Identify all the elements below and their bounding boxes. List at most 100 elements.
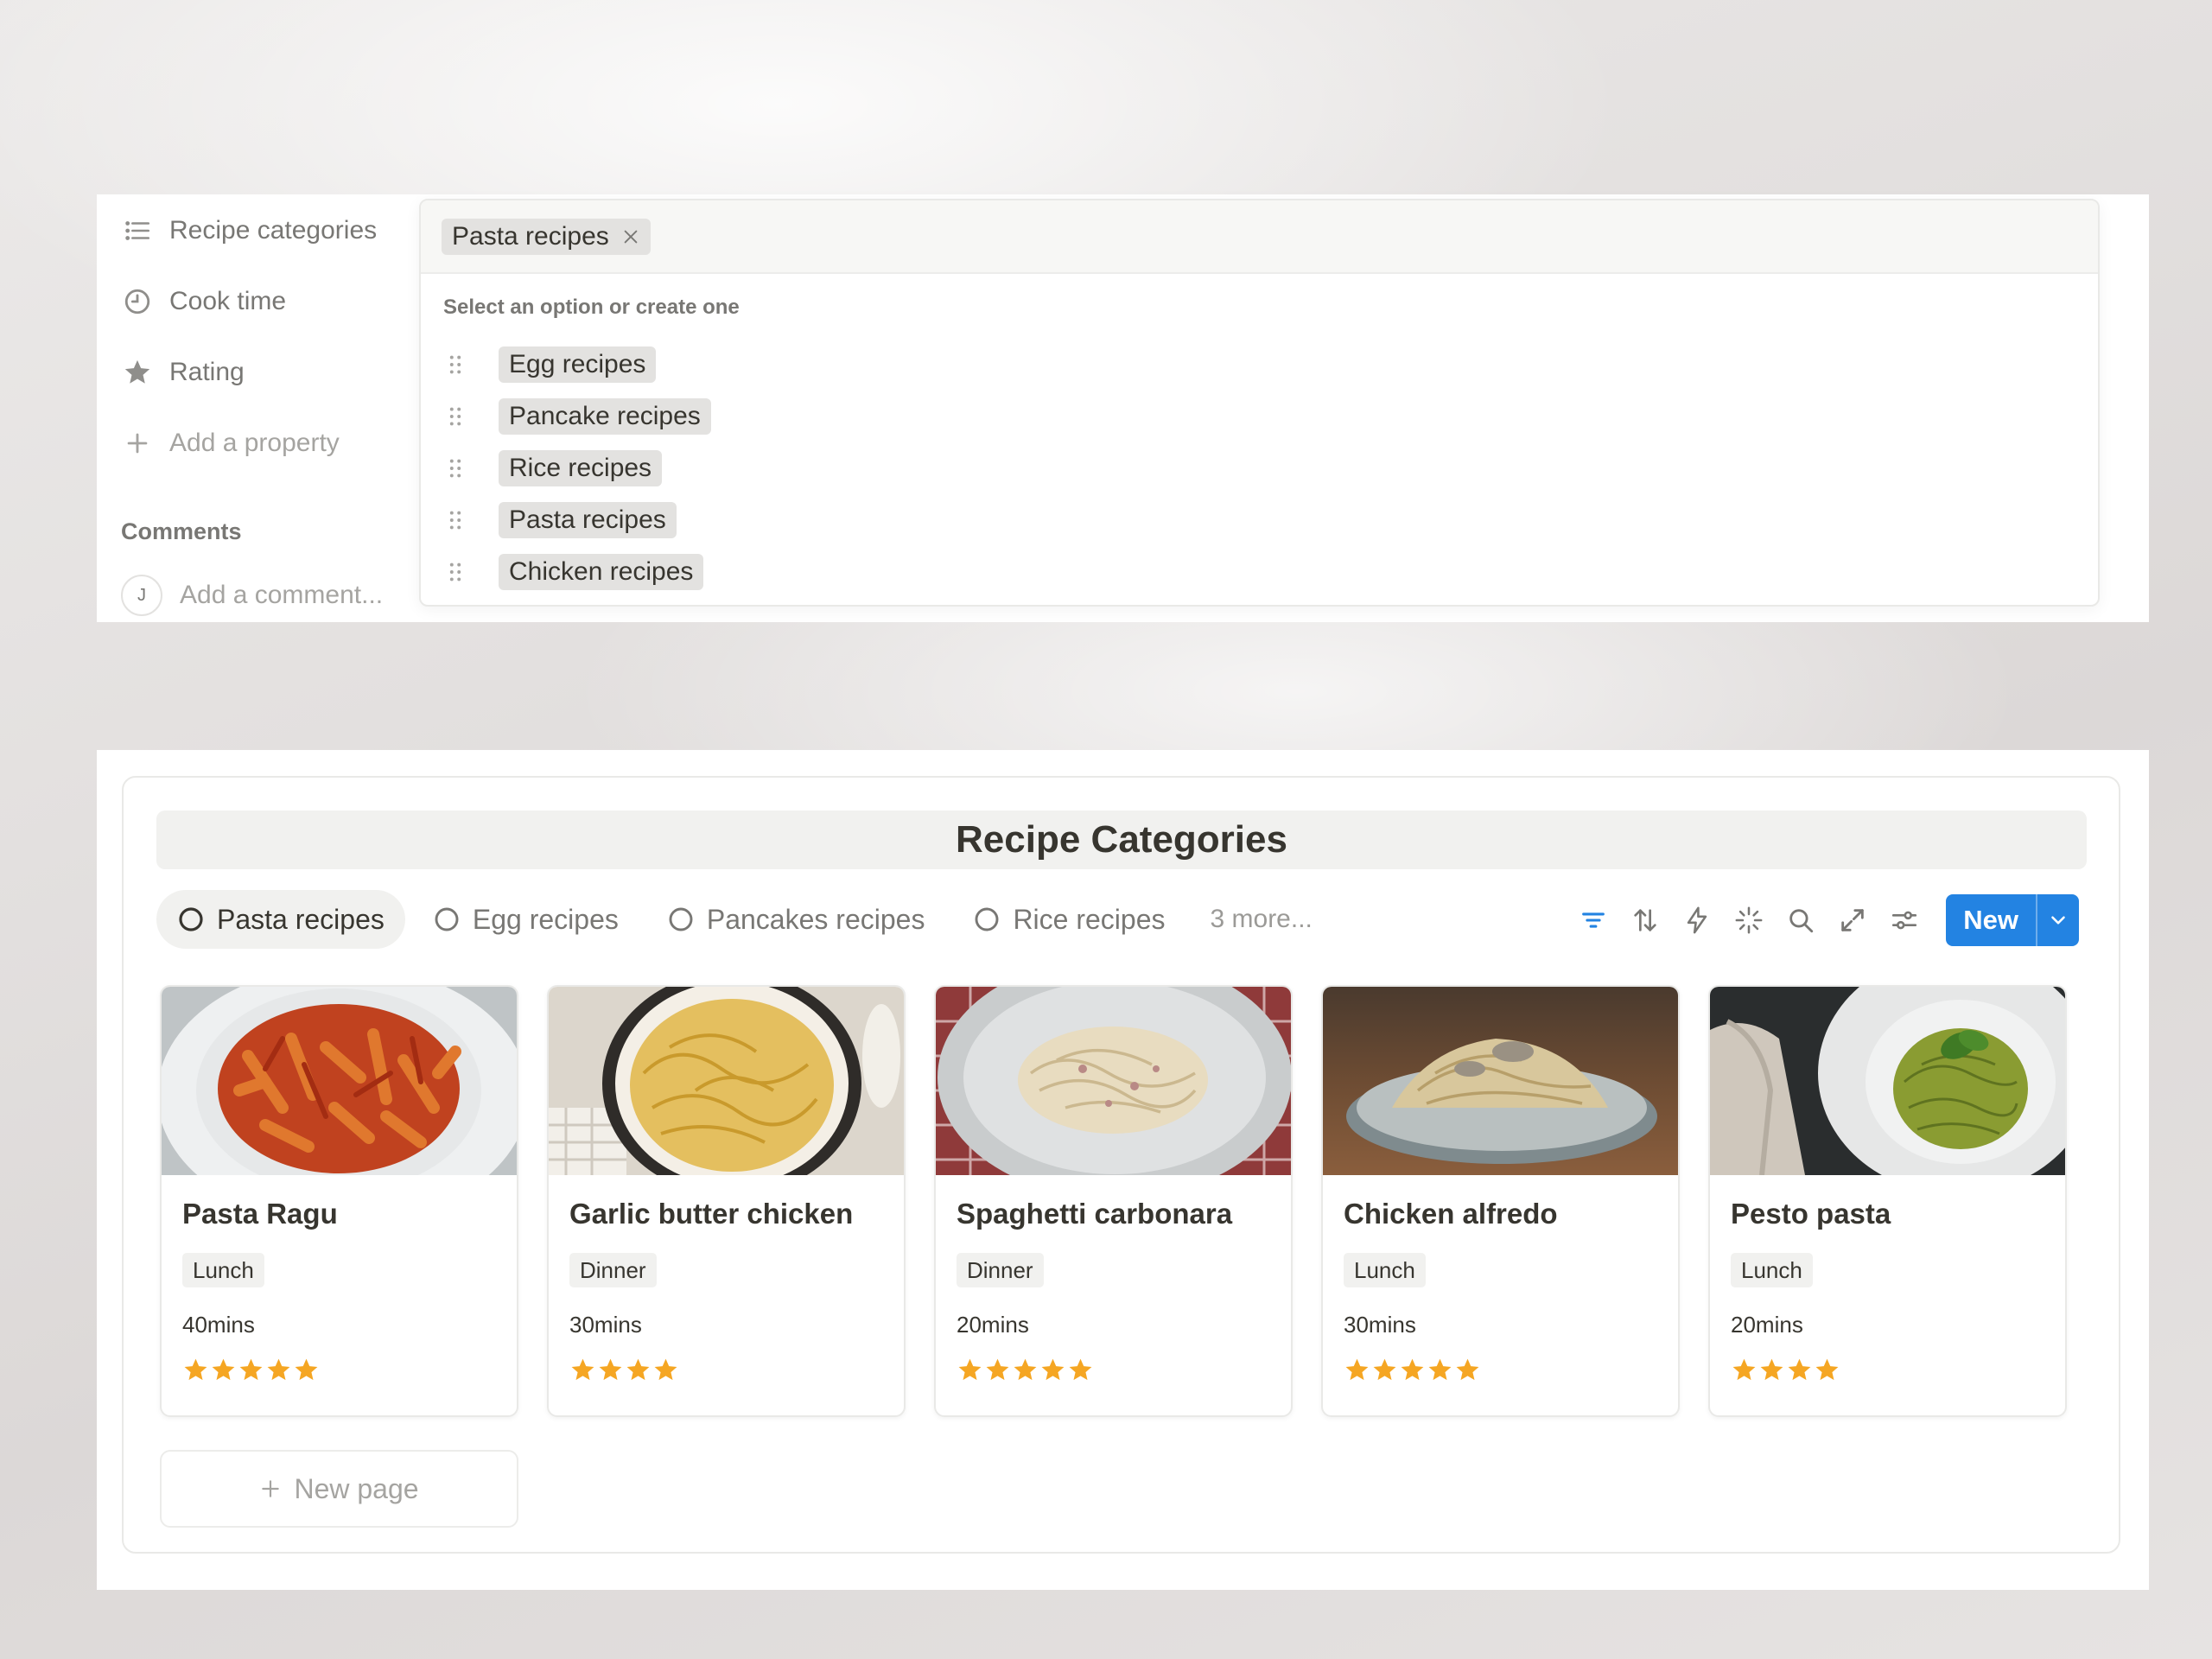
more-views-button[interactable]: 3 more... — [1193, 890, 1330, 949]
option-item[interactable]: Rice recipes — [443, 449, 711, 487]
tab-rice-recipes[interactable]: Rice recipes — [952, 890, 1185, 949]
star-icon — [1815, 1358, 1839, 1381]
star-icon — [1014, 1358, 1037, 1381]
meal-tag: Dinner — [957, 1253, 1044, 1287]
tab-pasta-recipes[interactable]: Pasta recipes — [156, 890, 405, 949]
meal-tag: Lunch — [1731, 1253, 1813, 1287]
circle-icon — [177, 906, 205, 933]
chevron-down-icon[interactable] — [2036, 894, 2079, 946]
option-tag[interactable]: Chicken recipes — [499, 554, 704, 590]
meal-tag: Lunch — [182, 1253, 264, 1287]
selected-options-bar[interactable]: Pasta recipes — [421, 200, 2098, 274]
tab-label: Rice recipes — [1013, 903, 1166, 935]
tab-egg-recipes[interactable]: Egg recipes — [412, 890, 639, 949]
add-property-button[interactable]: Add a property — [121, 426, 406, 461]
property-recipe-categories[interactable]: Recipe categories — [121, 213, 406, 248]
sort-icon[interactable] — [1619, 894, 1671, 946]
gallery-card[interactable]: Garlic butter chicken Dinner 30mins — [547, 985, 906, 1417]
cook-time: 40mins — [182, 1312, 255, 1338]
option-list: Egg recipes Pancake recipes Rice recipes… — [443, 346, 711, 605]
option-tag[interactable]: Rice recipes — [499, 450, 663, 486]
clock-icon — [121, 285, 154, 318]
gallery-card[interactable]: Pesto pasta Lunch 20mins — [1708, 985, 2067, 1417]
cook-time: 30mins — [1344, 1312, 1416, 1338]
rating-stars — [569, 1357, 680, 1383]
option-item[interactable]: Chicken recipes — [443, 553, 711, 591]
option-tag[interactable]: Pasta recipes — [499, 502, 677, 538]
star-icon — [1788, 1358, 1811, 1381]
settings-icon[interactable] — [1878, 894, 1930, 946]
star-icon — [1041, 1358, 1065, 1381]
circle-icon — [667, 906, 695, 933]
cook-time: 30mins — [569, 1312, 642, 1338]
star-icon — [654, 1358, 677, 1381]
gallery-board: Recipe Categories Pasta recipes Egg reci… — [122, 776, 2120, 1554]
star-icon — [1345, 1358, 1369, 1381]
selected-tag-label: Pasta recipes — [452, 221, 609, 251]
star-icon — [184, 1358, 207, 1381]
star-icon — [599, 1358, 622, 1381]
option-tag[interactable]: Egg recipes — [499, 346, 657, 383]
star-icon — [1069, 1358, 1092, 1381]
selected-tag: Pasta recipes — [442, 218, 651, 255]
option-item[interactable]: Pancake recipes — [443, 397, 711, 435]
star-icon — [626, 1358, 650, 1381]
new-button[interactable]: New — [1946, 894, 2036, 946]
search-icon[interactable] — [1775, 894, 1827, 946]
option-item[interactable]: Egg recipes — [443, 346, 711, 384]
filter-icon[interactable] — [1567, 894, 1619, 946]
option-item[interactable]: Pasta recipes — [443, 501, 711, 539]
drag-handle-icon[interactable] — [443, 556, 467, 588]
new-button-group: New — [1946, 894, 2079, 946]
comments-heading: Comments — [121, 518, 242, 544]
card-title: Spaghetti carbonara — [957, 1198, 1233, 1230]
drag-handle-icon[interactable] — [443, 401, 467, 432]
ai-sparkle-icon[interactable] — [1723, 894, 1775, 946]
card-title: Pesto pasta — [1731, 1198, 1891, 1230]
board-panel: Recipe Categories Pasta recipes Egg reci… — [97, 750, 2149, 1590]
property-label: Cook time — [169, 287, 287, 315]
star-icon — [571, 1358, 594, 1381]
comment-composer[interactable]: J Add a comment... — [121, 575, 383, 616]
new-page-button[interactable]: New page — [160, 1450, 518, 1528]
card-title: Garlic butter chicken — [569, 1198, 854, 1230]
list-icon — [121, 214, 154, 247]
automation-icon[interactable] — [1671, 894, 1723, 946]
close-icon[interactable] — [621, 227, 640, 246]
star-icon — [1401, 1358, 1424, 1381]
alfredo-bowl-photo — [1323, 987, 1678, 1175]
gallery-card[interactable]: Pasta Ragu Lunch 40mins — [160, 985, 518, 1417]
tab-label: Pancakes recipes — [706, 903, 925, 935]
star-icon — [958, 1358, 982, 1381]
add-property-label: Add a property — [169, 429, 340, 457]
page-title: Recipe Categories — [156, 810, 2087, 869]
select-dropdown: Pasta recipes Select an option or create… — [419, 199, 2100, 607]
gallery-cards: Pasta Ragu Lunch 40mins Garlic butter ch… — [160, 985, 2067, 1417]
cook-time: 20mins — [1731, 1312, 1803, 1338]
star-icon — [239, 1358, 263, 1381]
penne-ragu-photo — [162, 987, 517, 1175]
drag-handle-icon[interactable] — [443, 505, 467, 536]
star-icon — [1760, 1358, 1783, 1381]
meal-tag: Dinner — [569, 1253, 657, 1287]
expand-icon[interactable] — [1827, 894, 1878, 946]
tab-pancakes-recipes[interactable]: Pancakes recipes — [646, 890, 946, 949]
property-rating[interactable]: Rating — [121, 355, 406, 390]
gallery-card[interactable]: Spaghetti carbonara Dinner 20mins — [934, 985, 1293, 1417]
card-title: Chicken alfredo — [1344, 1198, 1558, 1230]
cook-time: 20mins — [957, 1312, 1029, 1338]
property-label: Recipe categories — [169, 216, 378, 245]
drag-handle-icon[interactable] — [443, 349, 467, 380]
tab-label: Egg recipes — [472, 903, 619, 935]
comment-input[interactable]: Add a comment... — [180, 581, 383, 610]
circle-icon — [973, 906, 1001, 933]
plus-icon — [259, 1478, 282, 1500]
drag-handle-icon[interactable] — [443, 453, 467, 484]
gallery-card[interactable]: Chicken alfredo Lunch 30mins — [1321, 985, 1680, 1417]
dropdown-hint: Select an option or create one — [443, 296, 740, 319]
option-tag[interactable]: Pancake recipes — [499, 398, 711, 435]
new-page-label: New page — [294, 1472, 419, 1504]
tab-label: Pasta recipes — [217, 903, 385, 935]
property-cook-time[interactable]: Cook time — [121, 284, 406, 319]
star-icon — [986, 1358, 1009, 1381]
